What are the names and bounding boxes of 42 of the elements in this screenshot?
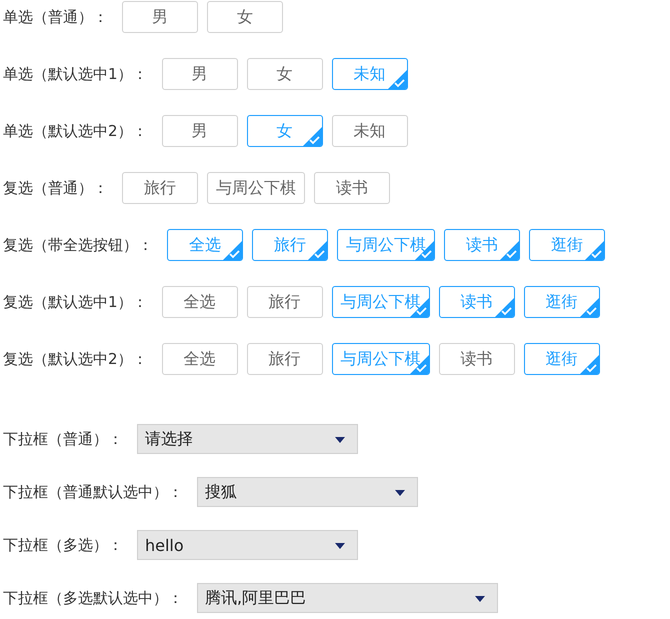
field-label: 复选（默认选中1）： <box>3 292 148 312</box>
field-label: 复选（带全选按钮）： <box>3 236 153 254</box>
option-button[interactable]: 女 <box>207 1 283 33</box>
check-corner-icon <box>580 298 599 317</box>
caret-icon <box>335 437 345 443</box>
option-button[interactable]: 全选 <box>162 343 238 375</box>
check-corner-icon <box>580 355 599 374</box>
field-label: 单选（默认选中2）： <box>3 122 148 140</box>
option-button[interactable]: 男 <box>162 58 238 90</box>
option-button[interactable]: 全选 <box>162 286 238 318</box>
option-button[interactable]: 读书 <box>314 172 390 204</box>
check-corner-icon <box>494 298 514 317</box>
option-button[interactable]: 未知 <box>332 115 408 147</box>
dropdown[interactable]: 搜狐 <box>197 477 418 507</box>
dropdown[interactable]: hello <box>137 530 358 560</box>
caret-icon <box>475 596 485 602</box>
field-label: 单选（普通）： <box>3 8 108 26</box>
option-button[interactable]: 与周公下棋 <box>207 172 305 204</box>
option-button[interactable]: 女 <box>246 58 323 90</box>
field-label: 下拉框（多选）： <box>3 536 123 554</box>
field-label: 复选（普通）： <box>3 178 108 198</box>
field-label: 下拉框（多选默认选中）： <box>3 588 183 608</box>
caret-icon <box>395 490 405 496</box>
option-button[interactable]: 读书 <box>438 343 515 375</box>
option-button[interactable]: 旅行 <box>246 343 323 375</box>
check-corner-icon <box>388 70 407 89</box>
dropdown[interactable]: 腾讯,阿里巴巴 <box>197 583 498 613</box>
check-corner-icon <box>308 241 327 260</box>
field-label: 下拉框（普通默认选中）： <box>3 482 183 502</box>
check-corner-icon <box>302 127 322 146</box>
option-button[interactable]: 男 <box>162 115 238 147</box>
option-button[interactable]: 旅行 <box>122 172 198 204</box>
field-label: 单选（默认选中1）： <box>3 64 148 84</box>
option-button[interactable]: 旅行 <box>246 286 323 318</box>
check-corner-icon <box>585 241 604 260</box>
check-corner-icon <box>500 241 519 260</box>
check-corner-icon <box>223 241 242 260</box>
field-label: 复选（默认选中2）： <box>3 350 148 368</box>
dropdown[interactable]: 请选择 <box>137 424 358 454</box>
option-button[interactable]: 男 <box>122 1 198 33</box>
field-label: 下拉框（普通）： <box>3 430 123 448</box>
caret-icon <box>335 543 345 549</box>
